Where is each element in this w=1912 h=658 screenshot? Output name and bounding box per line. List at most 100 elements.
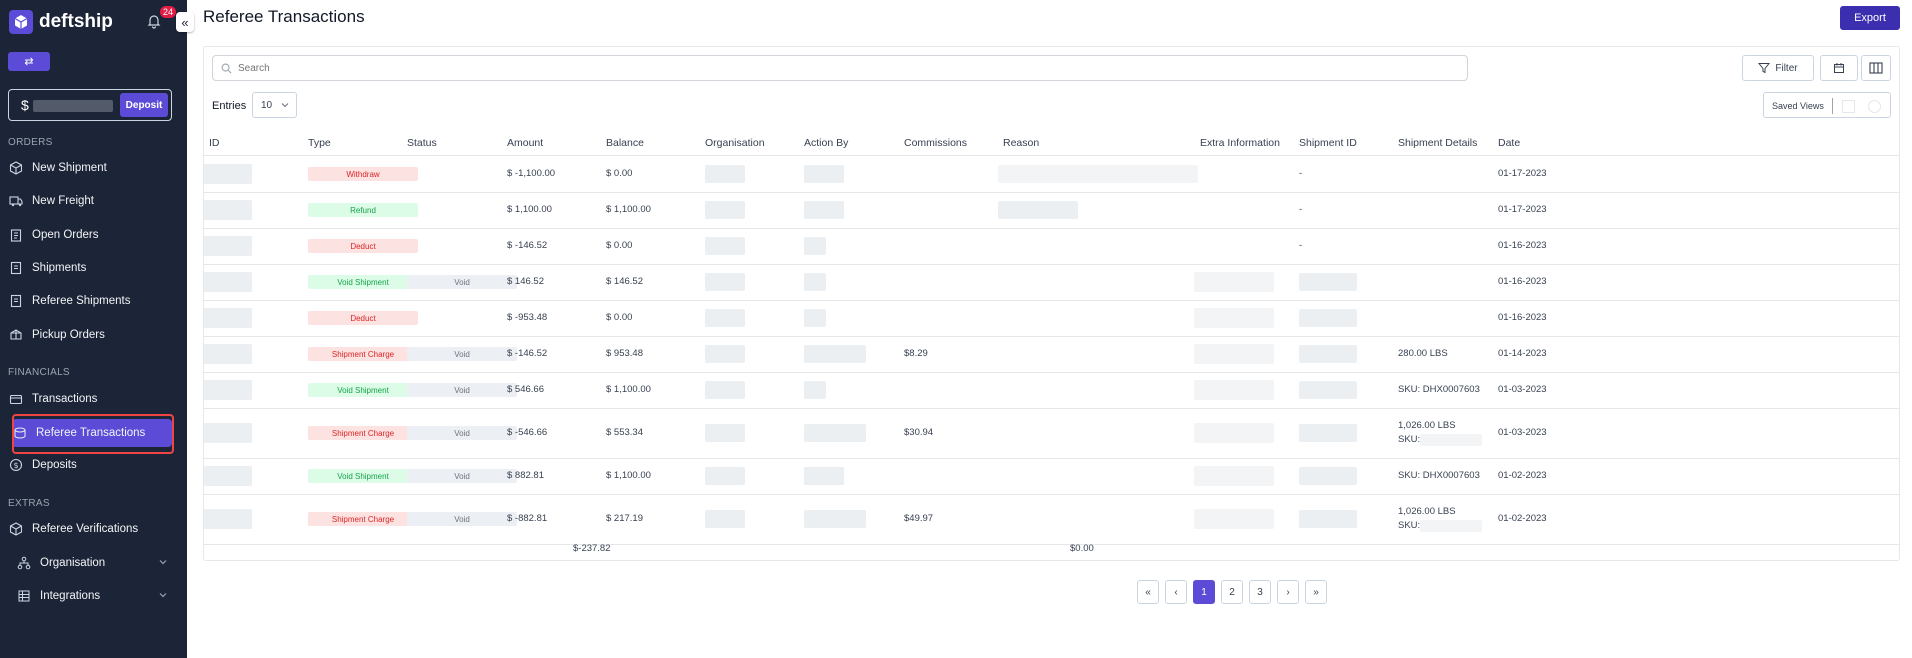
shipment-id-redacted (1299, 273, 1357, 291)
table-row[interactable]: Deduct $ -953.48 $ 0.00 01-16-2023 (204, 300, 1899, 337)
sidebar-item-referee-shipments[interactable]: Referee Shipments (8, 287, 174, 315)
collapse-sidebar-button[interactable]: « (176, 12, 194, 32)
sidebar-item-referee-transactions[interactable]: Referee Transactions (12, 419, 172, 447)
column-header-commissions[interactable]: Commissions (904, 137, 967, 149)
bell-icon[interactable] (146, 13, 162, 29)
type-badge: Deduct (308, 239, 418, 253)
action-by-redacted (804, 237, 826, 255)
id-redacted (204, 423, 252, 443)
saved-views-control[interactable]: Saved Views (1763, 92, 1891, 118)
action-by-redacted (804, 345, 866, 363)
column-header-action-by[interactable]: Action By (804, 137, 848, 149)
column-header-amount[interactable]: Amount (507, 137, 543, 149)
action-by-redacted (804, 381, 826, 399)
first-page-button[interactable]: « (1137, 580, 1159, 604)
package-icon (8, 327, 24, 343)
sidebar-item-label: Organisation (40, 557, 106, 569)
sidebar-item-referee-verifications[interactable]: Referee Verifications (8, 515, 174, 543)
sidebar-item-deposits[interactable]: $ Deposits (8, 451, 174, 479)
filter-icon (1758, 62, 1771, 74)
organisation-redacted (705, 510, 745, 528)
column-header-extra-information[interactable]: Extra Information (1200, 137, 1280, 149)
status-badge: Void (407, 347, 517, 361)
shipment-details-cell: 280.00 LBS (1398, 348, 1448, 359)
table-row[interactable]: Shipment Charge Void $ -146.52 $ 953.48 $8.2… (204, 336, 1899, 373)
date-cell: 01-03-2023 (1498, 384, 1547, 395)
last-page-button[interactable]: » (1305, 580, 1327, 604)
notification-count-badge: 24 (160, 6, 177, 18)
table-row[interactable]: Void Shipment Void $ 882.81 $ 1,100.00 SKU: … (204, 458, 1899, 495)
column-header-balance[interactable]: Balance (606, 137, 644, 149)
shipment-details-sku: SKU: (1398, 520, 1421, 531)
transactions-panel: Filter Entries 10 Saved Views ID Type Stat… (203, 46, 1900, 561)
amount-cell: $ 546.66 (507, 384, 544, 395)
type-badge: Refund (308, 203, 418, 217)
table-row[interactable]: Shipment Charge Void $ -546.66 $ 553.34 $30.… (204, 408, 1899, 459)
date-cell: 01-16-2023 (1498, 240, 1547, 251)
column-header-reason[interactable]: Reason (1003, 137, 1039, 149)
sidebar: deftship 24 ⇄ $ Deposit ORDERS New Shipm… (0, 0, 187, 658)
status-badge: Void (407, 426, 517, 440)
organisation-redacted (705, 273, 745, 291)
balance-cell: $ 0.00 (606, 240, 633, 251)
search-input[interactable] (236, 61, 1440, 75)
reset-view-icon[interactable] (1868, 100, 1881, 113)
sidebar-item-transactions[interactable]: Transactions (8, 385, 174, 413)
sidebar-item-shipments[interactable]: Shipments (8, 254, 174, 282)
section-label-financials: FINANCIALS (8, 367, 70, 378)
chevron-down-icon (280, 100, 290, 113)
search-box[interactable] (212, 55, 1468, 81)
filter-button[interactable]: Filter (1742, 55, 1814, 81)
table-row[interactable]: Deduct $ -146.52 $ 0.00 - 01-16-2023 (204, 228, 1899, 265)
sidebar-item-integrations[interactable]: Integrations (16, 582, 174, 610)
id-redacted (204, 509, 252, 529)
amount-cell: $ 146.52 (507, 276, 544, 287)
export-button[interactable]: Export (1840, 6, 1900, 30)
entries-select[interactable]: 10 (252, 92, 297, 118)
column-header-id[interactable]: ID (209, 137, 220, 149)
sidebar-item-pickup-orders[interactable]: Pickup Orders (8, 321, 174, 349)
next-page-button[interactable]: › (1277, 580, 1299, 604)
page-button-2[interactable]: 2 (1221, 580, 1243, 604)
balance-currency: $ (21, 97, 29, 113)
sidebar-item-organisation[interactable]: Organisation (16, 549, 174, 577)
page-title: Referee Transactions (203, 7, 365, 26)
document-icon (8, 293, 24, 309)
table-row[interactable]: Refund $ 1,100.00 $ 1,100.00 - 01-17-2023 (204, 192, 1899, 229)
balance-cell: $ 1,100.00 (606, 204, 651, 215)
column-header-status[interactable]: Status (407, 137, 437, 149)
column-header-shipment-details[interactable]: Shipment Details (1398, 137, 1477, 149)
commissions-cell: $8.29 (904, 348, 928, 359)
table-totals-row: $-237.82 $0.00 (204, 537, 1899, 559)
logo[interactable]: deftship (9, 10, 113, 34)
table-row[interactable]: Void Shipment Void $ 546.66 $ 1,100.00 SKU: … (204, 372, 1899, 409)
sidebar-item-label: Pickup Orders (32, 329, 105, 341)
columns-button[interactable] (1861, 55, 1891, 81)
shipment-id-redacted (1299, 381, 1357, 399)
search-icon (221, 63, 232, 74)
switch-account-button[interactable]: ⇄ (8, 52, 50, 71)
sidebar-item-new-shipment[interactable]: New Shipment (8, 154, 174, 182)
sidebar-item-new-freight[interactable]: New Freight (8, 187, 174, 215)
shipment-id-redacted (1299, 309, 1357, 327)
save-view-icon[interactable] (1842, 100, 1855, 113)
date-cell: 01-16-2023 (1498, 312, 1547, 323)
column-header-organisation[interactable]: Organisation (705, 137, 765, 149)
sidebar-item-open-orders[interactable]: Open Orders (8, 221, 174, 249)
table-row[interactable]: Void Shipment Void $ 146.52 $ 146.52 01-16-2… (204, 264, 1899, 301)
amount-cell: $ -146.52 (507, 348, 548, 359)
action-by-redacted (804, 201, 844, 219)
shipment-id-redacted (1299, 345, 1357, 363)
table-row[interactable]: Withdraw $ -1,100.00 $ 0.00 - 01-17-2023 (204, 156, 1899, 193)
column-header-shipment-id[interactable]: Shipment ID (1299, 137, 1357, 149)
column-header-type[interactable]: Type (308, 137, 331, 149)
extra-information-redacted (1194, 466, 1274, 486)
column-header-date[interactable]: Date (1498, 137, 1520, 149)
page-button-3[interactable]: 3 (1249, 580, 1271, 604)
deposit-button[interactable]: Deposit (120, 93, 168, 117)
calendar-button[interactable] (1820, 55, 1858, 81)
action-by-redacted (804, 467, 844, 485)
page-button-1[interactable]: 1 (1193, 580, 1215, 604)
type-badge: Void Shipment (308, 383, 418, 397)
prev-page-button[interactable]: ‹ (1165, 580, 1187, 604)
